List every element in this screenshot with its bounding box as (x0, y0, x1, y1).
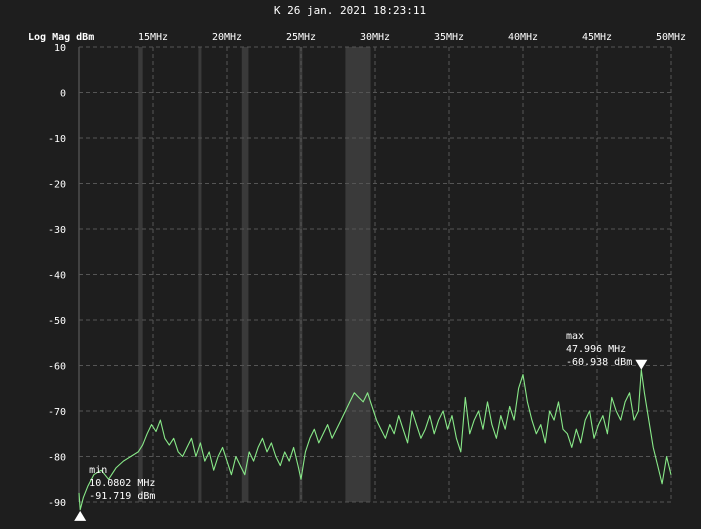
x-tick-label-3: 30MHz (360, 32, 390, 43)
y-tick-label-6: -50 (48, 316, 66, 327)
x-tick-label-6: 45MHz (582, 32, 612, 43)
min-marker-freq: 10.0802 MHz (89, 478, 155, 489)
max-marker-label: max (566, 331, 584, 342)
min-marker-label: min (89, 465, 107, 476)
y-tick-label-1: 0 (60, 89, 66, 100)
x-tick-label-7: 50MHz (656, 32, 686, 43)
min-marker-value: -91.719 dBm (89, 491, 155, 502)
y-tick-label-4: -30 (48, 225, 66, 236)
y-tick-label-10: -90 (48, 498, 66, 509)
x-tick-label-4: 35MHz (434, 32, 464, 43)
y-tick-label-8: -70 (48, 407, 66, 418)
max-marker-value: -60.938 dBm (566, 357, 632, 368)
y-axis-label: Log Mag dBm (28, 32, 94, 43)
x-tick-label-1: 20MHz (212, 32, 242, 43)
x-tick-label-0: 15MHz (138, 32, 168, 43)
y-tick-label-9: -80 (48, 453, 66, 464)
y-tick-label-0: 10 (54, 43, 66, 54)
y-tick-label-5: -40 (48, 271, 66, 282)
spectrum-chart: K 26 jan. 2021 18:23:11 Log Mag dBm 15MH… (0, 0, 701, 529)
max-marker-freq: 47.996 MHz (566, 344, 626, 355)
x-tick-label-2: 25MHz (286, 32, 316, 43)
x-tick-label-5: 40MHz (508, 32, 538, 43)
y-tick-label-3: -20 (48, 180, 66, 191)
timestamp: K 26 jan. 2021 18:23:11 (274, 4, 426, 17)
y-tick-label-2: -10 (48, 134, 66, 145)
y-tick-label-7: -60 (48, 362, 66, 373)
